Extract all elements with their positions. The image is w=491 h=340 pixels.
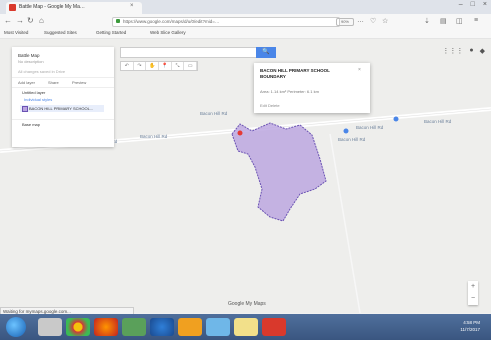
account-icon[interactable]: ● (469, 47, 473, 55)
add-layer-button[interactable]: Add layer (18, 80, 35, 85)
map-title[interactable]: Battle Map (18, 53, 40, 58)
clock-time[interactable]: 4:58 PM (440, 320, 480, 325)
school-boundary-polygon[interactable] (231, 122, 327, 222)
map-description[interactable]: No description (18, 59, 44, 64)
bookmark-star-icon[interactable]: ☆ (382, 17, 388, 25)
google-logo: Google My Maps (228, 301, 266, 307)
layer-style-link[interactable]: Individual styles (24, 97, 52, 102)
feature-title[interactable]: BACON HILL PRIMARY SCHOOL BOUNDARY (260, 68, 350, 80)
layer-title[interactable]: Untitled layer (22, 90, 45, 95)
map-pin-icon[interactable] (393, 116, 399, 122)
lock-icon (116, 19, 120, 23)
close-window-icon[interactable]: × (483, 1, 487, 8)
firefox-icon[interactable] (94, 318, 118, 336)
map-tools-bar: ↶ ↷ ✋ 📍 ⤡ ▭ (120, 61, 198, 71)
base-map-label: Base map (22, 122, 41, 127)
minimize-icon[interactable]: – (459, 1, 463, 8)
home-icon[interactable]: ⌂ (39, 16, 44, 25)
back-icon[interactable]: ← (4, 16, 12, 25)
bookmark-getting-started[interactable]: Getting Started (96, 30, 126, 35)
hand-icon[interactable]: ✋ (146, 62, 160, 70)
side-road (329, 133, 361, 313)
zoom-control: + − (468, 281, 478, 305)
file-explorer-icon[interactable] (38, 318, 62, 336)
apps-grid-icon[interactable]: ⋮⋮⋮ (442, 47, 463, 55)
panel-actions: Add layer Share Preview (12, 77, 114, 87)
layer-item-row[interactable]: BACON HILL PRIMARY SCHOOL... (20, 105, 104, 112)
map-legend-panel: Battle Map No description All changes sa… (12, 47, 114, 147)
weather-icon[interactable] (206, 318, 230, 336)
notifications-icon[interactable]: ◆ (480, 47, 485, 55)
zoom-out-button[interactable]: − (468, 293, 478, 305)
media-icon[interactable] (178, 318, 202, 336)
pocket-icon[interactable]: ♡ (370, 17, 376, 25)
acrobat-icon[interactable] (262, 318, 286, 336)
bookmark-most-visited[interactable]: Most Visited (4, 30, 28, 35)
road-label: Bacon Hill Rd (140, 134, 168, 139)
app-icon[interactable] (122, 318, 146, 336)
share-button[interactable]: Share (48, 80, 59, 85)
browser-tab[interactable]: Battle Map - Google My Ma… × (6, 2, 142, 14)
zoom-in-button[interactable]: + (468, 281, 478, 293)
map-canvas[interactable]: Bacon Hill Rd Bacon Hill Rd Bacon Hill R… (0, 39, 491, 313)
windows-taskbar: 4:58 PM 11/7/2017 (0, 314, 491, 340)
address-toolbar: ← → ↻ ⌂ https://www.google.com/maps/d/u/… (0, 14, 491, 29)
road-label: Bacon Hill Rd (200, 111, 228, 116)
feature-description: Area: 1.14 km² Perimeter: 6.1 km (260, 89, 319, 94)
polygon-swatch-icon (22, 106, 28, 112)
sidebar-icon[interactable]: ◫ (456, 17, 463, 25)
chrome-icon[interactable] (66, 318, 90, 336)
map-marker-icon[interactable] (237, 130, 243, 136)
library-icon[interactable]: ▤ (440, 17, 447, 25)
tab-title: Battle Map - Google My Ma… (19, 4, 85, 10)
road-label: Bacon Hill Rd (338, 137, 366, 142)
undo-icon[interactable]: ↶ (121, 62, 134, 70)
feature-actions[interactable]: Edit Delete (260, 103, 280, 108)
map-pin-icon[interactable] (343, 128, 349, 134)
feature-info-card: BACON HILL PRIMARY SCHOOL BOUNDARY × Are… (254, 63, 370, 113)
menu-icon[interactable]: ≡ (474, 17, 478, 24)
road-label: Bacon Hill Rd (356, 125, 384, 130)
page-actions-icon[interactable]: … (357, 17, 364, 24)
bookmark-web-slice-gallery[interactable]: Web Slice Gallery (150, 30, 186, 35)
draw-line-icon[interactable]: ⤡ (172, 62, 185, 70)
layer-header[interactable]: Untitled layer (12, 87, 114, 96)
base-map-row[interactable]: Base map (12, 119, 114, 128)
preview-button[interactable]: Preview (72, 80, 86, 85)
bookmark-suggested-sites[interactable]: Suggested Sites (44, 30, 77, 35)
zoom-level-badge[interactable]: 90% (336, 18, 354, 26)
save-status: All changes saved in Drive (18, 69, 66, 74)
redo-icon[interactable]: ↷ (134, 62, 147, 70)
notes-icon[interactable] (234, 318, 258, 336)
map-top-controls: ⋮⋮⋮ ● ◆ (442, 47, 485, 55)
clock-date[interactable]: 11/7/2017 (440, 327, 480, 332)
search-icon[interactable]: 🔍 (256, 47, 276, 58)
start-button-icon[interactable] (6, 317, 26, 337)
maximize-icon[interactable]: □ (471, 1, 475, 8)
map-search-input[interactable] (120, 47, 258, 58)
reload-icon[interactable]: ↻ (27, 16, 34, 25)
browser-tab-bar: Battle Map - Google My Ma… × – □ × (0, 0, 491, 14)
my-maps-favicon-icon (9, 4, 16, 11)
close-icon[interactable]: × (358, 67, 361, 73)
tab-close-icon[interactable]: × (130, 3, 134, 9)
add-marker-icon[interactable]: 📍 (159, 62, 172, 70)
bookmarks-bar: Most Visited Suggested Sites Getting Sta… (0, 28, 491, 39)
url-bar[interactable]: https://www.google.com/maps/d/u/0/edit?m… (112, 17, 340, 27)
layer-item-label: BACON HILL PRIMARY SCHOOL... (29, 106, 94, 111)
downloads-icon[interactable]: ⇣ (424, 17, 430, 25)
ie-icon[interactable] (150, 318, 174, 336)
measure-icon[interactable]: ▭ (184, 62, 198, 70)
forward-icon[interactable]: → (16, 16, 24, 25)
road-label: Bacon Hill Rd (424, 119, 452, 124)
url-text: https://www.google.com/maps/d/u/0/edit?m… (123, 19, 220, 24)
window-controls: – □ × (459, 1, 487, 8)
